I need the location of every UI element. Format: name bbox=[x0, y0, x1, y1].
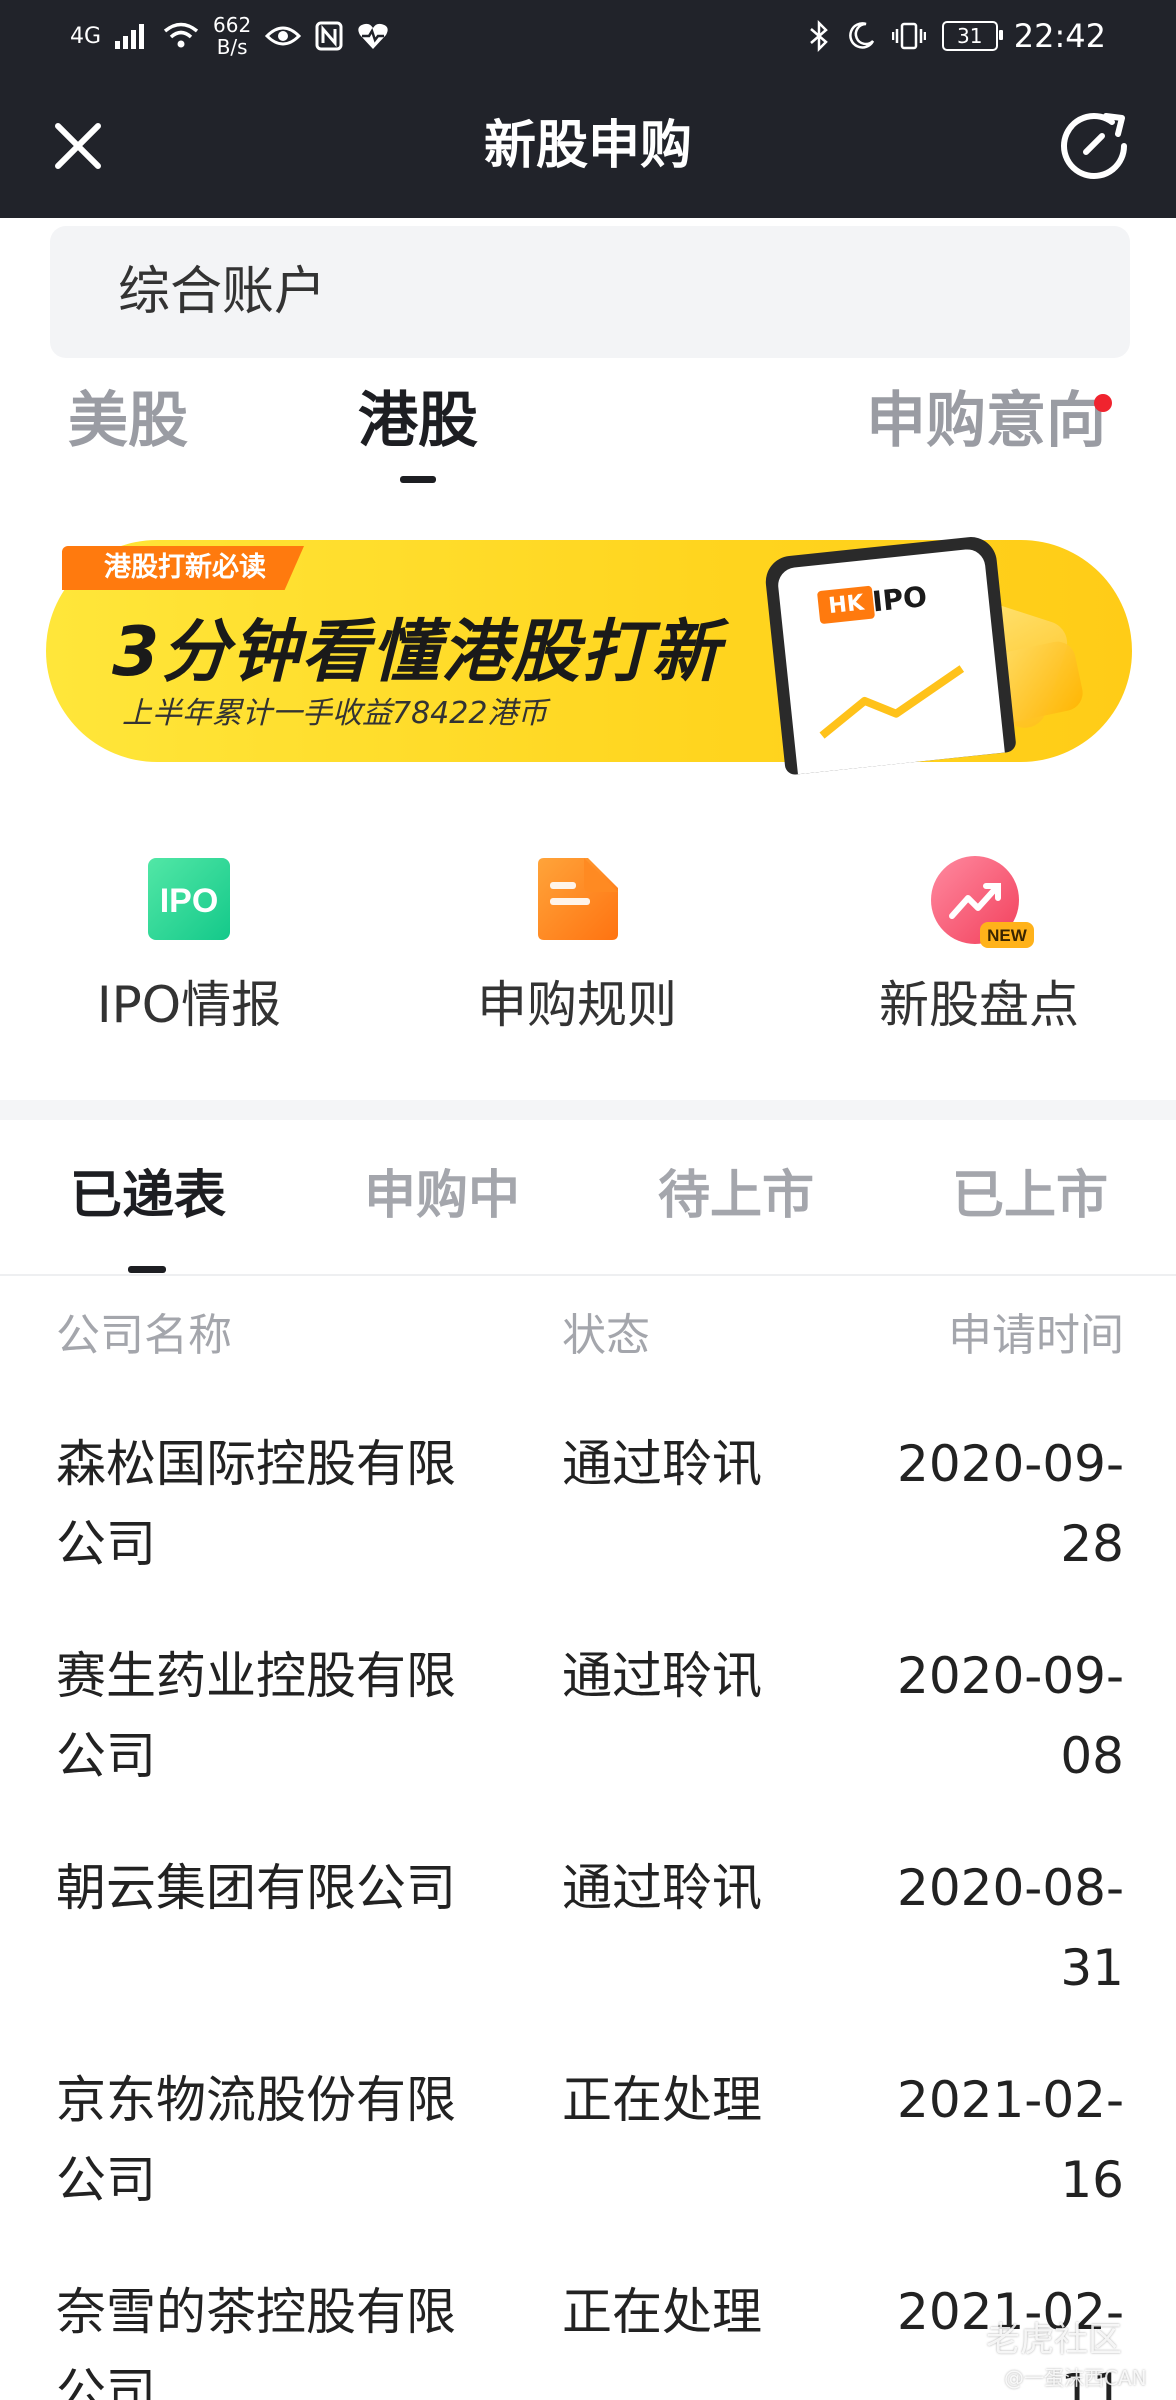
clock: 22:42 bbox=[1013, 17, 1106, 55]
watermark-brand: 老虎社区 bbox=[986, 2320, 1122, 2360]
status-text: 通过聆讯 bbox=[562, 1859, 762, 1917]
status-text: 正在处理 bbox=[562, 2283, 762, 2341]
banner-tag: 港股打新必读 bbox=[62, 546, 304, 590]
banner-title: 3分钟看懂港股打新 bbox=[112, 613, 722, 692]
quick-link-rules-label[interactable]: 申购规则 bbox=[448, 970, 706, 1040]
svg-text:IPO: IPO bbox=[160, 882, 219, 920]
refresh-icon[interactable] bbox=[1056, 108, 1132, 184]
hk-badge: HK bbox=[816, 585, 876, 625]
network-type: 4G bbox=[70, 23, 102, 49]
trend-chart-icon[interactable]: NEW bbox=[928, 856, 1038, 952]
nfc-icon bbox=[315, 21, 343, 51]
status-bar-right: 31 22:42 bbox=[808, 14, 1106, 58]
active-tab-indicator bbox=[400, 476, 436, 483]
account-selector[interactable]: 综合账户 bbox=[50, 226, 1130, 358]
application-date: 2021-02-16 bbox=[897, 2071, 1124, 2209]
chart-line-icon bbox=[819, 665, 965, 739]
section-divider bbox=[0, 1100, 1176, 1120]
status-text: 通过聆讯 bbox=[562, 1647, 762, 1705]
table-row[interactable]: 赛生药业控股有限公司 通过聆讯 2020-09-08 bbox=[0, 1636, 1176, 1848]
tab-listed[interactable]: 已上市 bbox=[952, 1156, 1108, 1236]
watermark-user: @一蛋沫西CAN bbox=[1004, 2366, 1147, 2390]
ipo-label: IPO bbox=[870, 579, 929, 619]
status-bar: 4G 662 B/s 31 22:42 bbox=[0, 0, 1176, 72]
heart-rate-icon bbox=[358, 23, 388, 49]
status-bar-left: 4G 662 B/s bbox=[70, 14, 389, 58]
tab-us-stocks[interactable]: 美股 bbox=[68, 378, 188, 464]
ipo-icon[interactable]: IPO bbox=[146, 856, 232, 942]
company-name: 奈雪的茶控股有限公司 bbox=[56, 2283, 456, 2400]
application-date: 2020-09-28 bbox=[897, 1435, 1124, 1573]
vibrate-icon bbox=[891, 22, 926, 50]
quick-link-ipo-review-label[interactable]: 新股盘点 bbox=[850, 970, 1108, 1040]
phone-illustration: HK IPO bbox=[763, 534, 1017, 776]
company-name: 京东物流股份有限公司 bbox=[56, 2071, 456, 2209]
moon-icon bbox=[848, 22, 874, 49]
column-header-company[interactable]: 公司名称 bbox=[56, 1306, 232, 1366]
new-badge: NEW bbox=[987, 926, 1028, 945]
signal-icon bbox=[115, 24, 145, 49]
table-row[interactable]: 朝云集团有限公司 通过聆讯 2020-08-31 bbox=[0, 1848, 1176, 2060]
active-list-tab-indicator bbox=[128, 1266, 166, 1273]
column-header-status[interactable]: 状态 bbox=[562, 1306, 650, 1366]
wifi-icon bbox=[163, 22, 199, 48]
rules-document-icon[interactable] bbox=[534, 856, 620, 942]
tab-subscribing[interactable]: 申购中 bbox=[364, 1156, 520, 1236]
quick-link-ipo-label[interactable]: IPO情报 bbox=[60, 970, 318, 1040]
table-row[interactable]: 京东物流股份有限公司 正在处理 2021-02-16 bbox=[0, 2060, 1176, 2272]
notification-dot bbox=[1094, 394, 1112, 412]
column-header-date[interactable]: 申请时间 bbox=[948, 1306, 1124, 1366]
page-title: 新股申购 bbox=[483, 116, 692, 176]
eye-icon bbox=[265, 26, 302, 46]
status-text: 通过聆讯 bbox=[562, 1435, 762, 1493]
banner-subtitle: 上半年累计一手收益78422港币 bbox=[122, 696, 548, 731]
tab-divider bbox=[0, 1274, 1176, 1276]
bluetooth-icon bbox=[809, 20, 828, 52]
tab-subscription-intent[interactable]: 申购意向 bbox=[866, 378, 1106, 464]
battery-indicator: 31 bbox=[941, 21, 1003, 51]
network-speed: 662 B/s bbox=[213, 13, 252, 59]
company-name: 赛生药业控股有限公司 bbox=[56, 1647, 456, 1785]
navigation-bar: 新股申购 bbox=[0, 72, 1176, 218]
application-date: 2020-08-31 bbox=[897, 1859, 1124, 1997]
tab-pending-listing[interactable]: 待上市 bbox=[658, 1156, 814, 1236]
tab-hk-stocks[interactable]: 港股 bbox=[358, 378, 478, 464]
application-date: 2020-09-08 bbox=[897, 1647, 1124, 1785]
company-name: 朝云集团有限公司 bbox=[56, 1859, 456, 1917]
table-row[interactable]: 森松国际控股有限公司 通过聆讯 2020-09-28 bbox=[0, 1424, 1176, 1636]
tab-filed[interactable]: 已递表 bbox=[70, 1156, 226, 1236]
company-name: 森松国际控股有限公司 bbox=[56, 1435, 456, 1573]
status-text: 正在处理 bbox=[562, 2071, 762, 2129]
